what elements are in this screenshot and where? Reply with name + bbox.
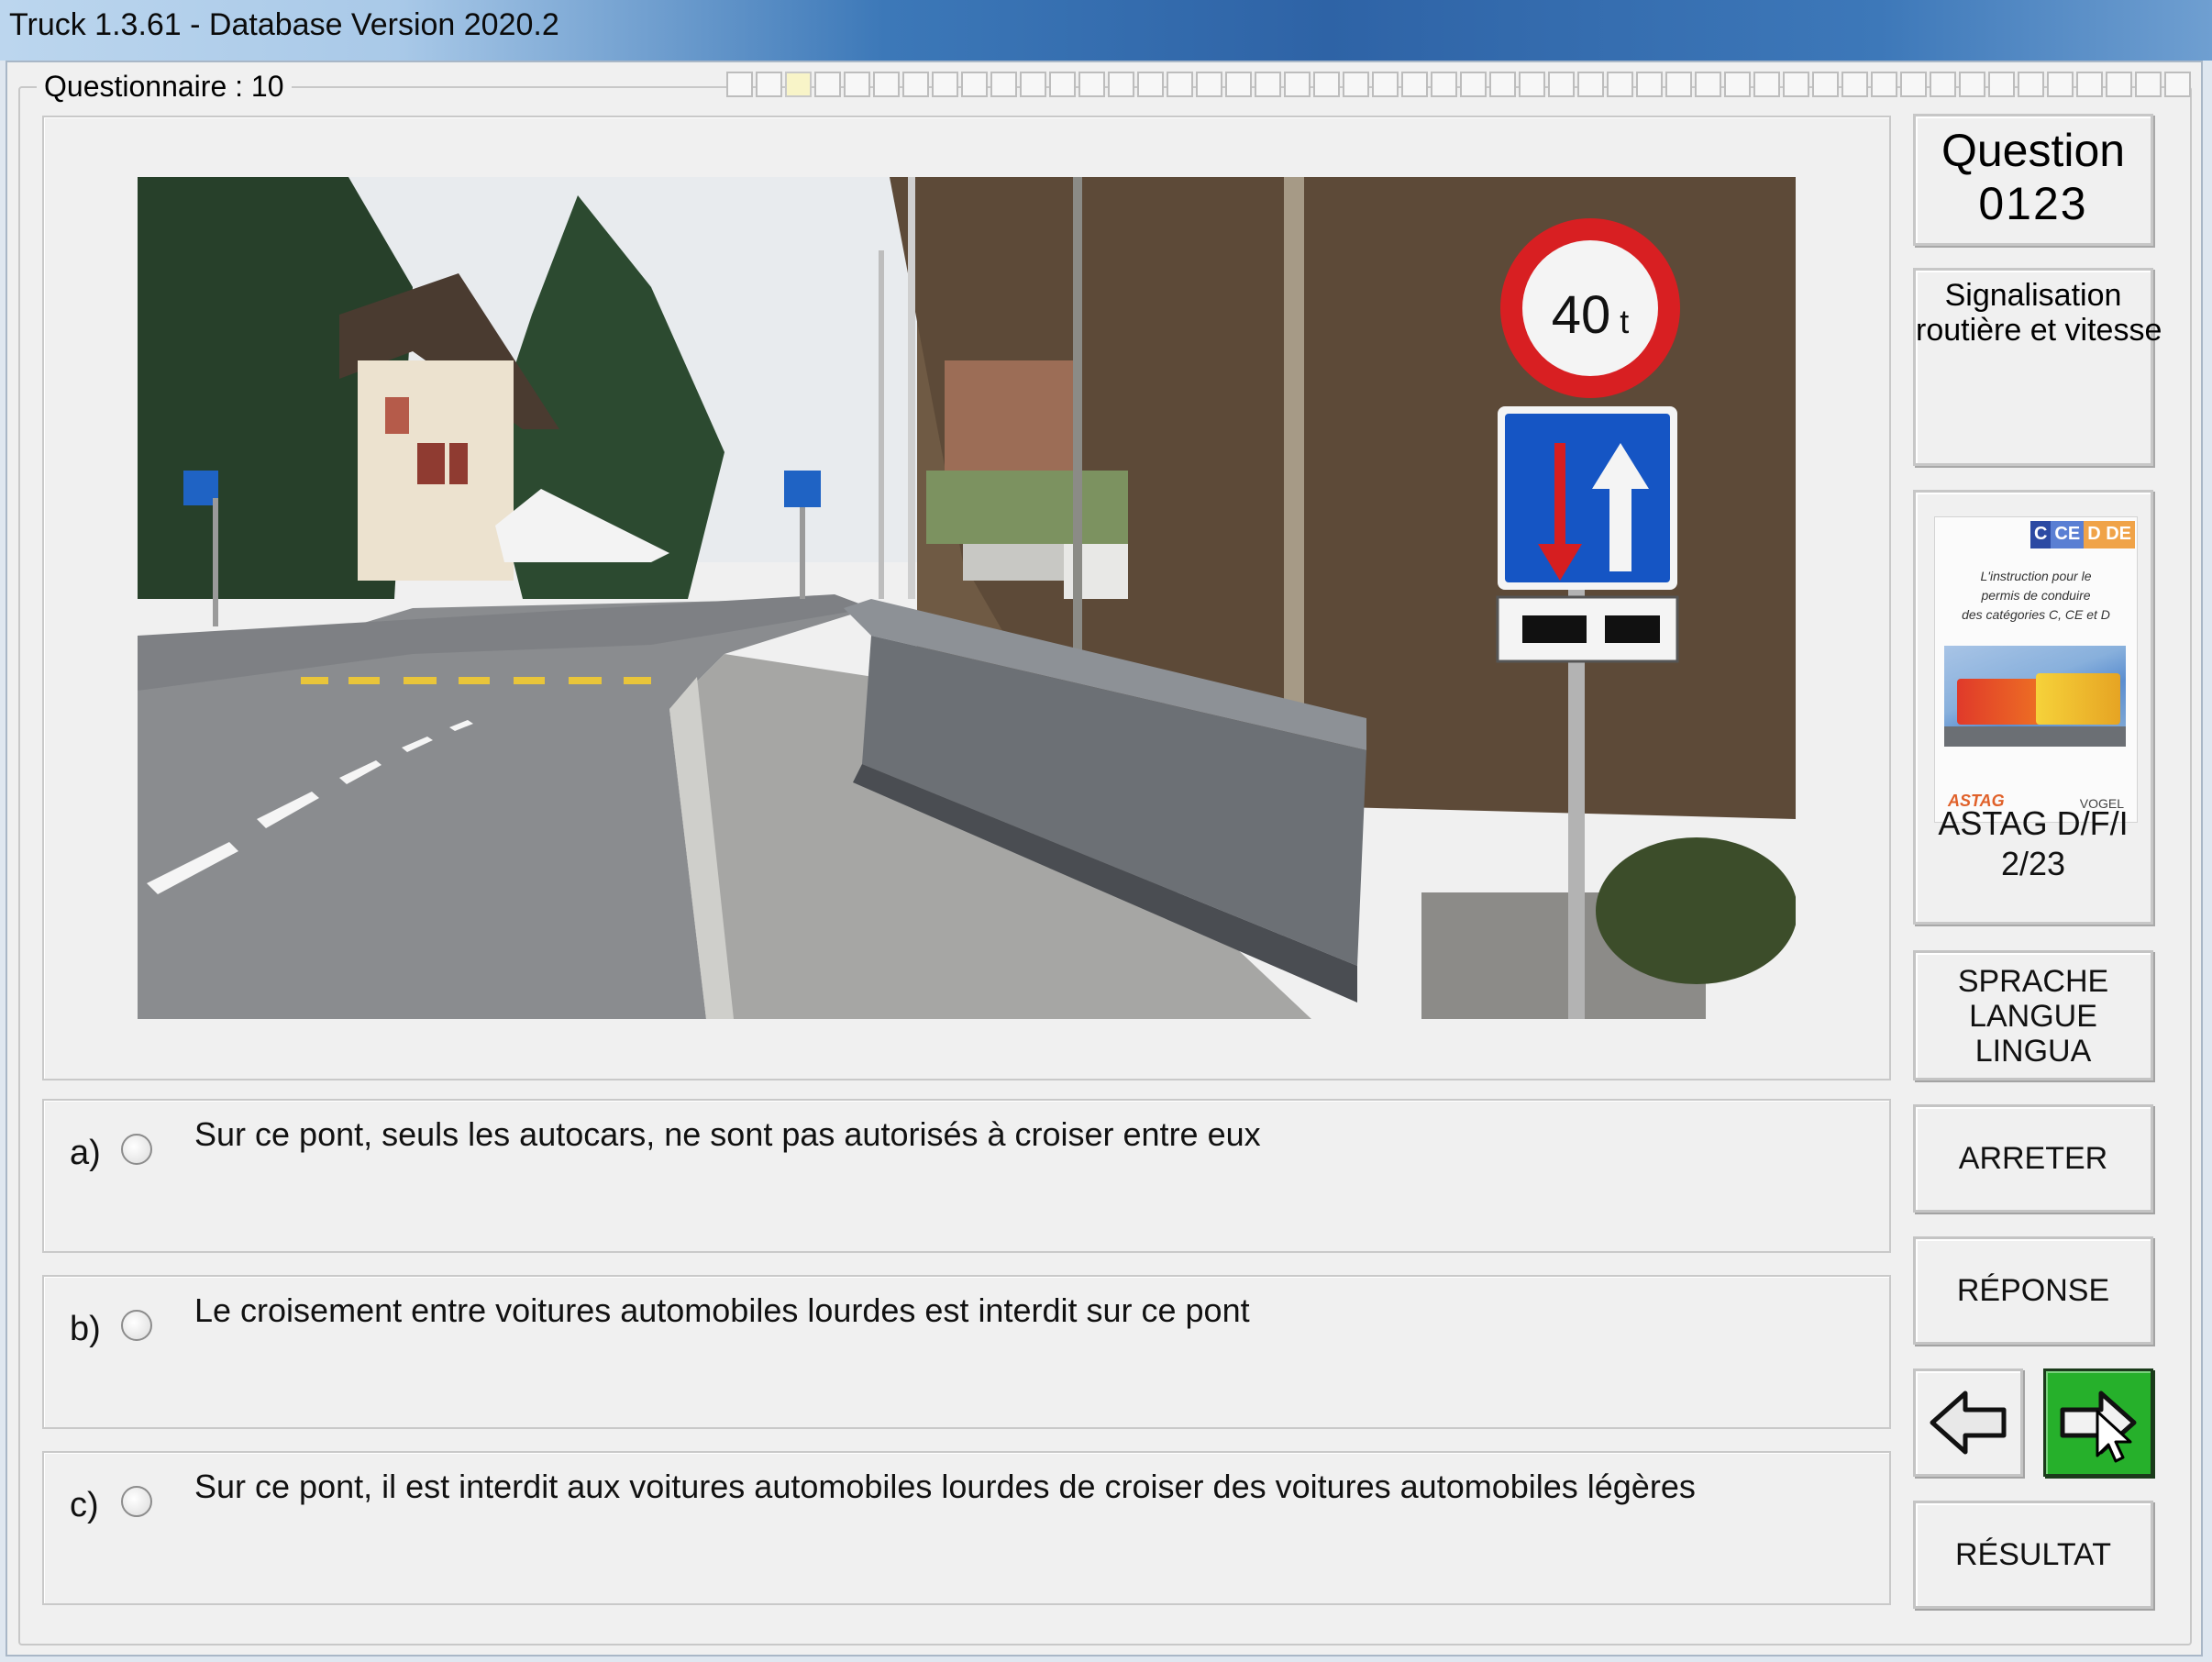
progress-cell: [1577, 72, 1604, 97]
language-label-de: SPRACHE: [1957, 964, 2109, 999]
progress-cell: [726, 72, 753, 97]
progress-cell: [1431, 72, 1457, 97]
category-line-1: Signalisation: [1944, 278, 2122, 313]
progress-cell: [961, 72, 988, 97]
arrow-right-icon: [2060, 1391, 2137, 1463]
progress-cell: [1489, 72, 1516, 97]
book-category-tag: C CE D DE: [2030, 521, 2135, 548]
progress-cell: [1724, 72, 1751, 97]
question-progress-bar: [726, 72, 2194, 99]
progress-cell: [1401, 72, 1428, 97]
progress-cell: [1900, 72, 1927, 97]
progress-cell: [1548, 72, 1575, 97]
progress-cell: [932, 72, 958, 97]
answer-option-c[interactable]: c) Sur ce pont, il est interdit aux voit…: [42, 1451, 1891, 1605]
book-tag-dde: D DE: [2084, 521, 2135, 548]
book-tag-c: C: [2030, 521, 2052, 548]
answer-text: Sur ce pont, seuls les autocars, ne sont…: [194, 1115, 1261, 1153]
answer-text: Sur ce pont, il est interdit aux voiture…: [194, 1468, 1696, 1505]
progress-cell: [2018, 72, 2044, 97]
progress-cell: [2076, 72, 2103, 97]
progress-cell: [1460, 72, 1487, 97]
progress-cell: [1665, 72, 1692, 97]
progress-cell: [1959, 72, 1985, 97]
language-label-it: LINGUA: [1974, 1034, 2092, 1069]
next-question-button[interactable]: [2043, 1368, 2153, 1477]
book-edition: 2/23: [2000, 845, 2066, 882]
question-number: 0123: [1978, 178, 2088, 229]
book-caption-line-2: permis de conduire: [1981, 588, 2091, 603]
answer-radio[interactable]: [121, 1486, 152, 1517]
book-cover-picture: [1944, 646, 2126, 747]
window-title: Truck 1.3.61 - Database Version 2020.2: [9, 7, 559, 42]
question-category-box: Signalisation routière et vitesse: [1913, 268, 2162, 466]
progress-cell: [1871, 72, 1897, 97]
progress-cell: [1049, 72, 1076, 97]
progress-cell: [1372, 72, 1399, 97]
answer-letter: c): [70, 1486, 99, 1524]
progress-cell: [756, 72, 782, 97]
progress-cell: [785, 72, 812, 97]
progress-cell: [1225, 72, 1252, 97]
progress-cell: [1108, 72, 1134, 97]
progress-cell: [2106, 72, 2132, 97]
progress-cell: [1636, 72, 1663, 97]
book-caption-line-3: des catégories C, CE et D: [1962, 607, 2110, 622]
progress-cell: [2164, 72, 2191, 97]
language-button[interactable]: SPRACHE LANGUE LINGUA: [1913, 950, 2153, 1080]
progress-cell: [2135, 72, 2162, 97]
answer-letter: b): [70, 1310, 101, 1348]
progress-cell: [1930, 72, 1956, 97]
answer-option-a[interactable]: a) Sur ce pont, seuls les autocars, ne s…: [42, 1099, 1891, 1253]
question-photo: 40 t: [138, 177, 1796, 1019]
source-book-box: C CE D DE L'instruction pour le permis d…: [1913, 490, 2153, 925]
progress-cell: [1753, 72, 1780, 97]
question-label: Question: [1941, 125, 2126, 176]
book-cover-image: C CE D DE L'instruction pour le permis d…: [1934, 516, 2138, 823]
stop-button[interactable]: ARRETER: [1913, 1104, 2153, 1213]
answer-radio[interactable]: [121, 1134, 152, 1165]
book-caption: L'instruction pour le permis de conduire…: [1944, 567, 2128, 625]
progress-cell: [844, 72, 870, 97]
answer-option-b[interactable]: b) Le croisement entre voitures automobi…: [42, 1275, 1891, 1429]
progress-cell: [1078, 72, 1105, 97]
progress-cell: [873, 72, 900, 97]
result-button[interactable]: RÉSULTAT: [1913, 1501, 2153, 1609]
progress-cell: [1695, 72, 1721, 97]
progress-cell: [1841, 72, 1868, 97]
progress-cell: [1313, 72, 1340, 97]
progress-cell: [1988, 72, 2015, 97]
answer-text: Le croisement entre voitures automobiles…: [194, 1291, 1250, 1329]
previous-question-button[interactable]: [1913, 1368, 2023, 1477]
questionnaire-label: Questionnaire : 10: [37, 70, 292, 104]
window-titlebar[interactable]: Truck 1.3.61 - Database Version 2020.2: [0, 0, 2212, 61]
progress-cell: [1137, 72, 1164, 97]
progress-cell: [2047, 72, 2074, 97]
progress-cell: [1343, 72, 1369, 97]
progress-cell: [1812, 72, 1839, 97]
progress-cell: [1783, 72, 1809, 97]
language-label-fr: LANGUE: [1969, 999, 2097, 1034]
progress-cell: [902, 72, 929, 97]
answer-radio[interactable]: [121, 1310, 152, 1341]
progress-cell: [814, 72, 841, 97]
progress-cell: [1020, 72, 1046, 97]
progress-cell: [1284, 72, 1311, 97]
progress-cell: [1167, 72, 1193, 97]
book-caption-line-1: L'instruction pour le: [1980, 569, 2092, 583]
progress-cell: [990, 72, 1017, 97]
book-title: ASTAG D/F/I: [1938, 804, 2129, 842]
arrow-left-icon: [1930, 1391, 2007, 1455]
question-number-box: Question 0123: [1913, 114, 2153, 246]
progress-cell: [1607, 72, 1633, 97]
progress-cell: [1519, 72, 1545, 97]
answer-button[interactable]: RÉPONSE: [1913, 1236, 2153, 1345]
progress-cell: [1255, 72, 1281, 97]
category-line-2: routière et vitesse: [1916, 313, 2162, 348]
progress-cell: [1196, 72, 1222, 97]
answer-letter: a): [70, 1134, 101, 1172]
road-shape: [1944, 726, 2126, 747]
bus-shape: [2036, 673, 2120, 725]
book-tag-ce: CE: [2051, 521, 2085, 548]
